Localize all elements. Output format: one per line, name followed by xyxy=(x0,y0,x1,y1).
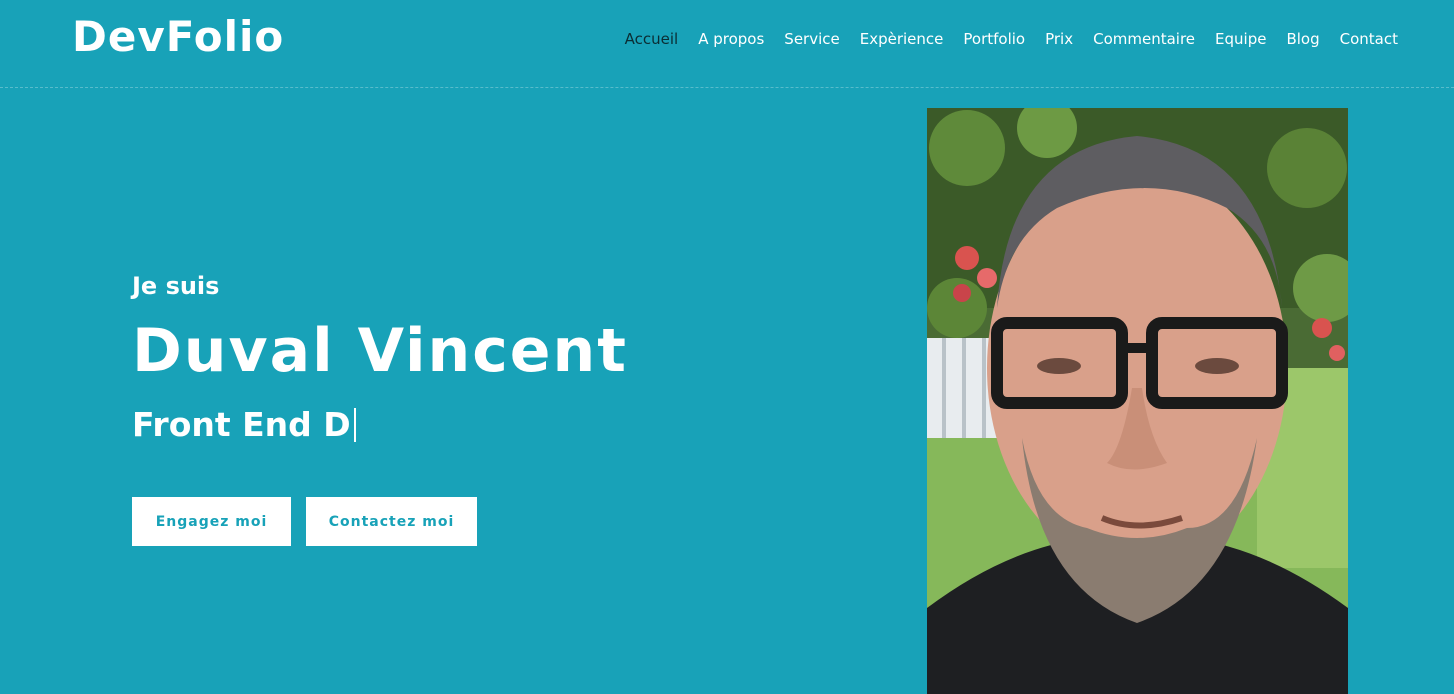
hire-me-button[interactable]: Engagez moi xyxy=(132,497,291,546)
nav-item-blog[interactable]: Blog xyxy=(1286,30,1319,48)
nav-item-equipe[interactable]: Equipe xyxy=(1215,30,1266,48)
hero-role-text: Front End D xyxy=(132,405,351,444)
nav-item-commentaire[interactable]: Commentaire xyxy=(1093,30,1195,48)
nav-item-accueil[interactable]: Accueil xyxy=(625,30,679,48)
navbar: DevFolio Accueil A propos Service Expèri… xyxy=(0,0,1454,88)
hero-pretitle: Je suis xyxy=(132,272,220,300)
typing-caret-icon xyxy=(353,407,356,442)
nav-item-contact[interactable]: Contact xyxy=(1340,30,1398,48)
nav-item-portfolio[interactable]: Portfolio xyxy=(963,30,1025,48)
site-logo[interactable]: DevFolio xyxy=(72,12,284,61)
hero-intro: Je suis Duval Vincent Front End D xyxy=(132,272,812,444)
nav-item-service[interactable]: Service xyxy=(784,30,839,48)
hero-name: Duval Vincent xyxy=(132,316,628,386)
main-nav: Accueil A propos Service Expèrience Port… xyxy=(605,30,1398,48)
hero-actions: Engagez moi Contactez moi xyxy=(132,497,477,546)
profile-photo xyxy=(927,108,1348,694)
hero-role: Front End D xyxy=(132,405,812,444)
nav-item-experience[interactable]: Expèrience xyxy=(860,30,944,48)
nav-item-prix[interactable]: Prix xyxy=(1045,30,1073,48)
profile-photo-image xyxy=(927,108,1348,694)
nav-item-a-propos[interactable]: A propos xyxy=(698,30,764,48)
contact-me-button[interactable]: Contactez moi xyxy=(306,497,477,546)
